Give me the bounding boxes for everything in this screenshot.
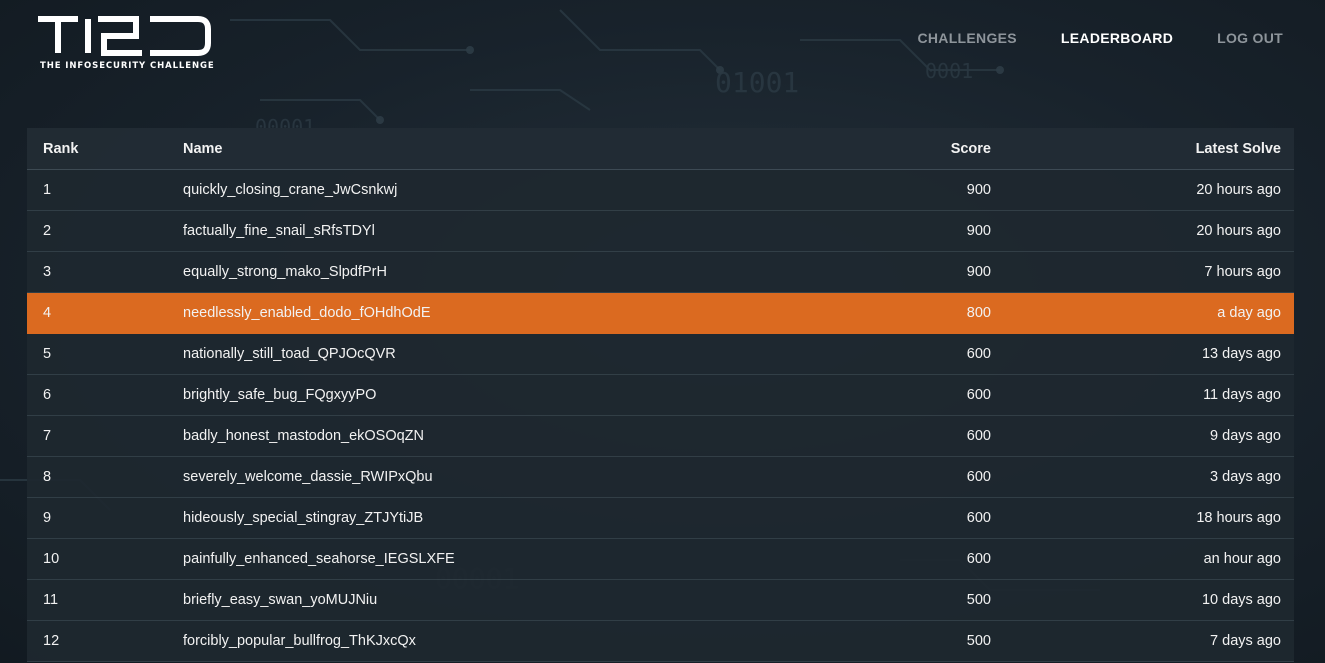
- svg-text:0001: 0001: [925, 59, 973, 83]
- table-row: 7 badly_honest_mastodon_ekOSOqZN 600 9 days…: [27, 416, 1294, 457]
- table-row: 12 forcibly_popular_bullfrog_ThKJxcQx 500 7…: [27, 621, 1294, 662]
- name-cell: hideously_special_stingray_ZTJYtiJB: [183, 510, 424, 526]
- latest-solve-cell: 7 hours ago: [1204, 264, 1281, 280]
- column-header-latest-solve: Latest Solve: [1195, 140, 1281, 157]
- rank-cell: 5: [43, 346, 52, 362]
- latest-solve-cell: 11 days ago: [1203, 387, 1281, 403]
- name-cell: badly_honest_mastodon_ekOSOqZN: [183, 428, 425, 444]
- table-row: 2 factually_fine_snail_sRfsTDYl 900 20 hour…: [27, 211, 1294, 252]
- table-body: 1 quickly_closing_crane_JwCsnkwj 900 20 hou…: [27, 170, 1294, 662]
- latest-solve-cell: 9 days ago: [1210, 428, 1281, 444]
- score-cell: 600: [966, 510, 991, 526]
- table-row: 10 painfully_enhanced_seahorse_IEGSLXFE 60…: [27, 539, 1294, 580]
- nav-log-out[interactable]: LOG OUT: [1217, 30, 1283, 46]
- name-cell: forcibly_popular_bullfrog_ThKJxcQx: [183, 633, 416, 649]
- latest-solve-cell: an hour ago: [1203, 551, 1281, 567]
- rank-cell: 1: [43, 182, 52, 198]
- ti-logo-mark: [38, 16, 211, 56]
- rank-cell: 11: [43, 592, 59, 608]
- latest-solve-cell: 7 days ago: [1210, 633, 1281, 649]
- column-header-score: Score: [950, 140, 991, 157]
- table-row: 6 brightly_safe_bug_FQgxyyPO 600 11 days ag…: [27, 375, 1294, 416]
- rank-cell: 12: [43, 633, 60, 649]
- score-cell: 600: [966, 428, 991, 444]
- latest-solve-cell: 3 days ago: [1210, 469, 1281, 485]
- nav-leaderboard[interactable]: LEADERBOARD: [1061, 30, 1173, 46]
- latest-solve-cell: 10 days ago: [1201, 592, 1281, 608]
- name-cell: factually_fine_snail_sRfsTDYl: [183, 223, 375, 239]
- name-cell: equally_strong_mako_SlpdfPrH: [183, 264, 387, 280]
- rank-cell: 6: [43, 387, 52, 403]
- score-cell: 500: [966, 633, 991, 649]
- name-cell: nationally_still_toad_QPJOcQVR: [183, 346, 396, 362]
- table-row: 5 nationally_still_toad_QPJOcQVR 600 13 day…: [27, 334, 1294, 375]
- score-cell: 600: [966, 551, 991, 567]
- name-cell: quickly_closing_crane_JwCsnkwj: [183, 182, 398, 198]
- score-cell: 900: [966, 223, 991, 239]
- table-row: 8 severely_welcome_dassie_RWIPxQbu 600 3 da…: [27, 457, 1294, 498]
- leaderboard-table: Rank Name Score Latest Solve 1 quickly_cl…: [27, 128, 1294, 662]
- rank-cell: 3: [43, 264, 52, 280]
- name-cell: severely_welcome_dassie_RWIPxQbu: [183, 469, 433, 485]
- site-logo[interactable]: THE INFOSECURITY CHALLENGE: [38, 14, 215, 74]
- main-nav: CHALLENGES LEADERBOARD LOG OUT: [917, 30, 1283, 46]
- svg-text:01001: 01001: [715, 66, 799, 99]
- name-cell: painfully_enhanced_seahorse_IEGSLXFE: [183, 551, 455, 567]
- latest-solve-cell: 13 days ago: [1201, 346, 1281, 362]
- rank-cell: 8: [43, 469, 52, 485]
- table-row: 3 equally_strong_mako_SlpdfPrH 900 7 hours …: [27, 252, 1294, 293]
- nav-challenges[interactable]: CHALLENGES: [917, 30, 1016, 46]
- table-row: 9 hideously_special_stingray_ZTJYtiJB 600 1…: [27, 498, 1294, 539]
- table-header: Rank Name Score Latest Solve: [27, 128, 1294, 170]
- name-cell: briefly_easy_swan_yoMUJNiu: [183, 592, 378, 608]
- score-cell: 600: [966, 346, 991, 362]
- logo-tagline: THE INFOSECURITY CHALLENGE: [40, 61, 215, 71]
- latest-solve-cell: 18 hours ago: [1196, 510, 1281, 526]
- score-cell: 800: [966, 305, 991, 321]
- table-row: 11 briefly_easy_swan_yoMUJNiu 500 10 days a…: [27, 580, 1294, 621]
- latest-solve-cell: a day ago: [1217, 305, 1281, 321]
- latest-solve-cell: 20 hours ago: [1196, 223, 1281, 239]
- column-header-rank: Rank: [43, 140, 79, 157]
- score-cell: 900: [966, 182, 991, 198]
- rank-cell: 2: [43, 223, 52, 239]
- score-cell: 600: [966, 387, 991, 403]
- score-cell: 600: [966, 469, 991, 485]
- column-header-name: Name: [183, 140, 223, 157]
- name-cell: brightly_safe_bug_FQgxyyPO: [183, 387, 377, 403]
- score-cell: 900: [966, 264, 991, 280]
- table-row: 1 quickly_closing_crane_JwCsnkwj 900 20 hou…: [27, 170, 1294, 211]
- rank-cell: 4: [43, 305, 52, 321]
- table-row-current-user: 4 needlessly_enabled_dodo_fOHdhOdE 800 a da…: [27, 293, 1294, 334]
- rank-cell: 10: [43, 551, 60, 567]
- name-cell: needlessly_enabled_dodo_fOHdhOdE: [183, 305, 431, 321]
- rank-cell: 9: [43, 510, 52, 526]
- score-cell: 500: [966, 592, 991, 608]
- latest-solve-cell: 20 hours ago: [1196, 182, 1281, 198]
- rank-cell: 7: [43, 428, 52, 444]
